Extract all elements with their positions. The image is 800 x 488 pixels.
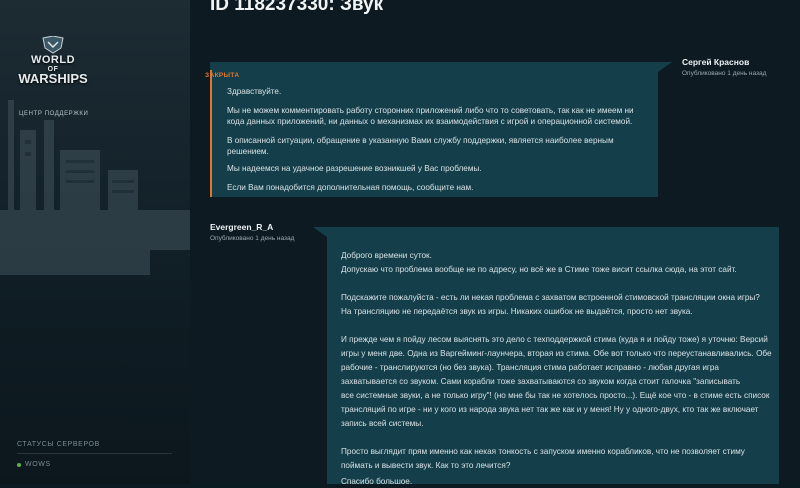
support-author-name: Сергей Краснов [682,57,750,67]
server-status-item[interactable]: WOWS [17,461,51,468]
support-reply-card [210,62,672,197]
world-of-warships-logo[interactable]: WORLD OF WARSHIPS [18,36,88,85]
logo-line-3: WARSHIPS [18,71,88,86]
message-line: Доброго времени суток. [341,251,432,260]
crest-icon [42,36,64,54]
main-content: ID 118237330: Звук ЗАКРЫТА Здравствуйте.… [190,0,800,486]
support-post-time: Опубликовано 1 день назад [682,70,767,77]
closed-status-bar [210,70,212,197]
status-badge: ЗАКРЫТА [205,72,240,79]
message-line: Мы надеемся на удачное разрешение возник… [227,164,482,173]
message-line: Здравствуйте. [227,87,282,96]
message-line: игры у меня две. Одна из Варгейминг-лаун… [341,349,772,358]
message-line: Спасибо большое. [341,477,413,486]
message-line: Подскажите пожалуйста - есть ли некая пр… [341,293,760,302]
message-line: Допускаю что проблема вообще не по адрес… [341,265,737,274]
message-line: запись всей системы. [341,419,424,428]
message-line: И прежде чем я пойду лесом выяснять это … [341,335,768,344]
server-status-title: СТАТУСЫ СЕРВЕРОВ [17,441,100,448]
message-line: решением. [227,147,269,156]
card-notch [313,227,327,237]
logo-line-1: WORLD [30,54,76,66]
server-name: WOWS [25,461,51,468]
message-line: Мы не можем комментировать работу сторон… [227,106,634,115]
battleship-background-image [0,100,190,275]
divider [17,453,172,454]
status-online-icon [17,462,21,467]
message-line: На трансляцию не передаётся звук из игры… [341,307,693,316]
message-line: поймать и вывести звук. Как то это лечит… [341,461,511,470]
message-line: все системные звуки, а не только игру"! … [341,391,770,400]
message-line: В описанной ситуации, обращение в указан… [227,136,614,145]
card-notch [658,62,672,72]
support-center-link[interactable]: ЦЕНТР ПОДДЕРЖКИ [19,111,88,117]
message-line: кода данных приложений, ни данных о меха… [227,117,633,126]
message-line: трансляций по игре - ни у кого из народа… [341,405,759,414]
message-line: рабочие - транслируются (но без звука). … [341,363,719,372]
message-line: Если Вам понадобится дополнительная помо… [227,183,474,192]
page-title: ID 118237330: Звук [210,0,384,15]
sidebar: WORLD OF WARSHIPS ЦЕНТР ПОДДЕРЖКИ СТАТУС… [0,0,190,484]
user-author-name: Evergreen_R_A [210,222,274,232]
message-line: захватывается со звуком. Сами корабли то… [341,377,741,386]
message-line: Просто выглядит прям именно как некая то… [341,447,745,456]
user-post-time: Опубликовано 1 день назад [210,235,295,242]
